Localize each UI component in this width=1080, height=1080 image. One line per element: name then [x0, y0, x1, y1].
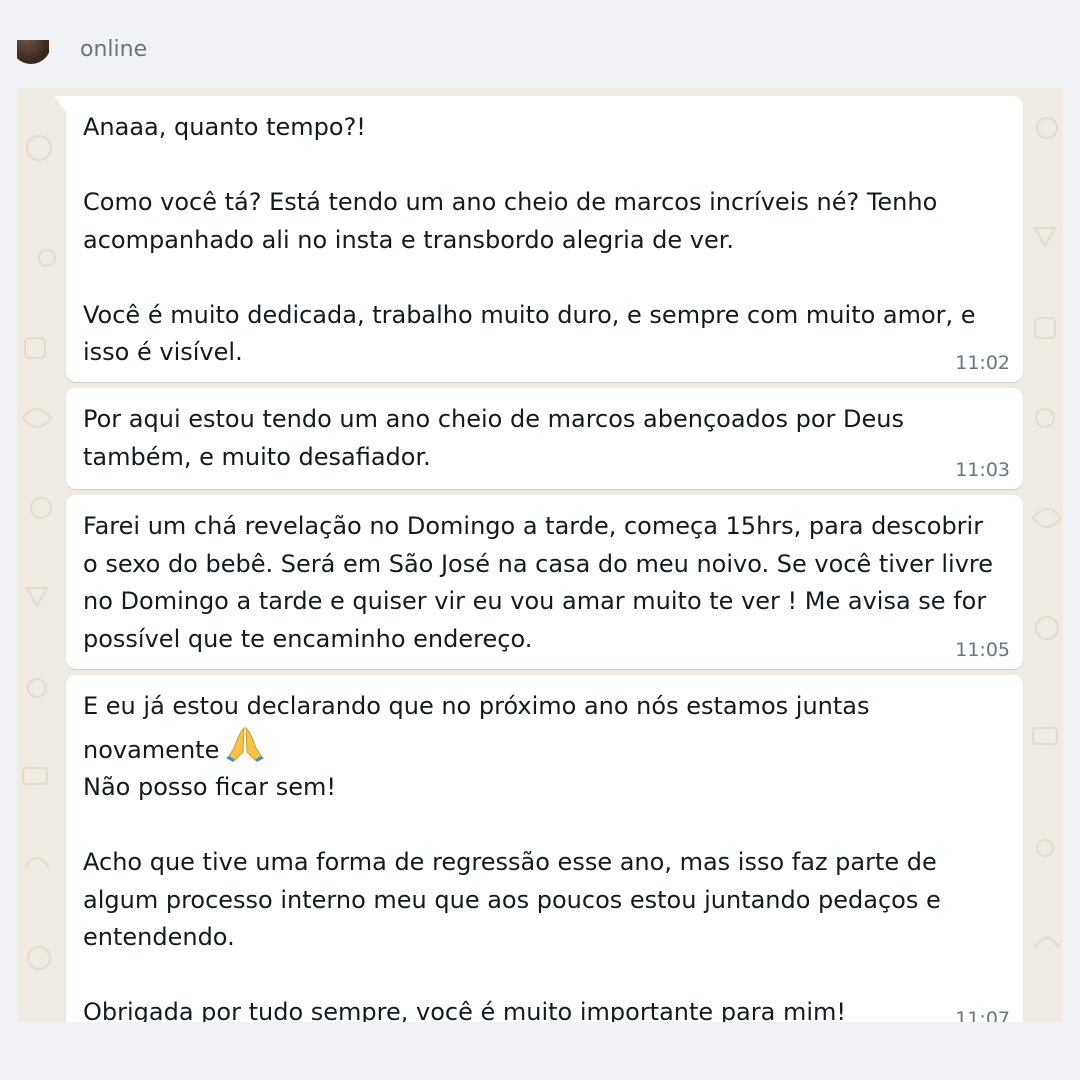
message-line: Acho que tive uma forma de regressão ess… [83, 844, 961, 882]
message-line-text: também, e muito desafiador. [83, 442, 431, 471]
message-line: o sexo do bebê. Será em São José na casa… [83, 546, 993, 584]
message-line: também, e muito desafiador. [83, 439, 961, 477]
message-line [83, 957, 961, 995]
message-line: no Domingo a tarde e quiser vir eu vou a… [83, 583, 986, 621]
message-line-text: novamente [83, 735, 220, 764]
message-line [83, 259, 961, 297]
chat-window: online Anaaa, quanto tempo?! Como você t… [0, 0, 1080, 1080]
message-line: Não posso ficar sem! [83, 769, 961, 807]
message-text: Farei um chá revelação no Domingo a tard… [83, 508, 993, 659]
message-line-text: Obrigada por tudo sempre, você é muito i… [83, 998, 847, 1022]
message-text: Por aqui estou tendo um ano cheio de mar… [83, 401, 961, 476]
message-line: acompanhado ali no insta e transbordo al… [83, 222, 961, 260]
message-line-text: Por aqui estou tendo um ano cheio de mar… [83, 405, 904, 433]
message-bubble[interactable]: Por aqui estou tendo um ano cheio de mar… [66, 388, 1023, 489]
message-line: possível que te encaminho endereço. [83, 621, 961, 659]
message-line: novamente [83, 726, 961, 770]
message-line: Farei um chá revelação no Domingo a tard… [83, 508, 983, 546]
message-line: entendendo. [83, 919, 961, 957]
message-line-text: entendendo. [83, 923, 235, 951]
message-text: E eu já estou declarando que no próximo … [83, 688, 961, 1022]
message-time: 11:02 [955, 352, 1010, 374]
message-line-text: Não posso ficar sem! [83, 773, 336, 801]
message-line-text: Farei um chá revelação no Domingo a tard… [83, 512, 984, 540]
message-time: 11:03 [955, 459, 1010, 481]
message-line-text: Acho que tive uma forma de regressão ess… [83, 848, 937, 876]
message-line: Por aqui estou tendo um ano cheio de mar… [83, 401, 961, 439]
message-line: Obrigada por tudo sempre, você é muito i… [83, 994, 961, 1022]
message-line-text: Você é muito dedicada, trabalho muito du… [83, 300, 976, 329]
message-line: Como você tá? Está tendo um ano cheio de… [83, 184, 961, 222]
message-line-text: Como você tá? Está tendo um ano cheio de… [83, 188, 938, 216]
message-line-text: isso é visível. [83, 338, 243, 366]
message-text: Anaaa, quanto tempo?! Como você tá? Está … [83, 109, 976, 372]
message-line-text: E eu já estou declarando que no próximo … [83, 692, 870, 720]
message-line-text: possível que te encaminho endereço. [83, 624, 533, 653]
message-line: Você é muito dedicada, trabalho muito du… [83, 297, 976, 335]
message-line [83, 807, 961, 845]
message-list[interactable]: Anaaa, quanto tempo?! Como você tá? Está … [17, 88, 1063, 1022]
message-bubble[interactable]: Anaaa, quanto tempo?! Como você tá? Está … [54, 96, 1023, 382]
message-line [83, 147, 961, 185]
message-line-text: o sexo do bebê. Será em São José na casa… [83, 549, 994, 578]
message-line: Anaaa, quanto tempo?! [83, 109, 961, 147]
message-line-text: acompanhado ali no insta e transbordo al… [83, 225, 735, 254]
message-line-text: algum processo interno meu que aos pouco… [83, 885, 941, 914]
message-line-text: Anaaa, quanto tempo?! [83, 113, 366, 141]
praying-hands-icon [225, 726, 265, 762]
bubble-tail [54, 96, 66, 112]
chat-header[interactable]: online [17, 20, 1063, 82]
message-line: isso é visível. [83, 334, 961, 372]
avatar-photo [17, 40, 49, 64]
message-line: E eu já estou declarando que no próximo … [83, 688, 961, 726]
message-time: 11:07 [955, 1008, 1010, 1022]
message-bubble[interactable]: E eu já estou declarando que no próximo … [66, 675, 1023, 1022]
contact-avatar[interactable] [17, 40, 49, 66]
message-time: 11:05 [955, 639, 1010, 661]
message-bubble[interactable]: Farei um chá revelação no Domingo a tard… [66, 495, 1023, 669]
contact-status: online [80, 37, 148, 62]
message-line: algum processo interno meu que aos pouco… [83, 882, 961, 920]
message-line-text: no Domingo a tarde e quiser vir eu vou a… [83, 587, 987, 615]
